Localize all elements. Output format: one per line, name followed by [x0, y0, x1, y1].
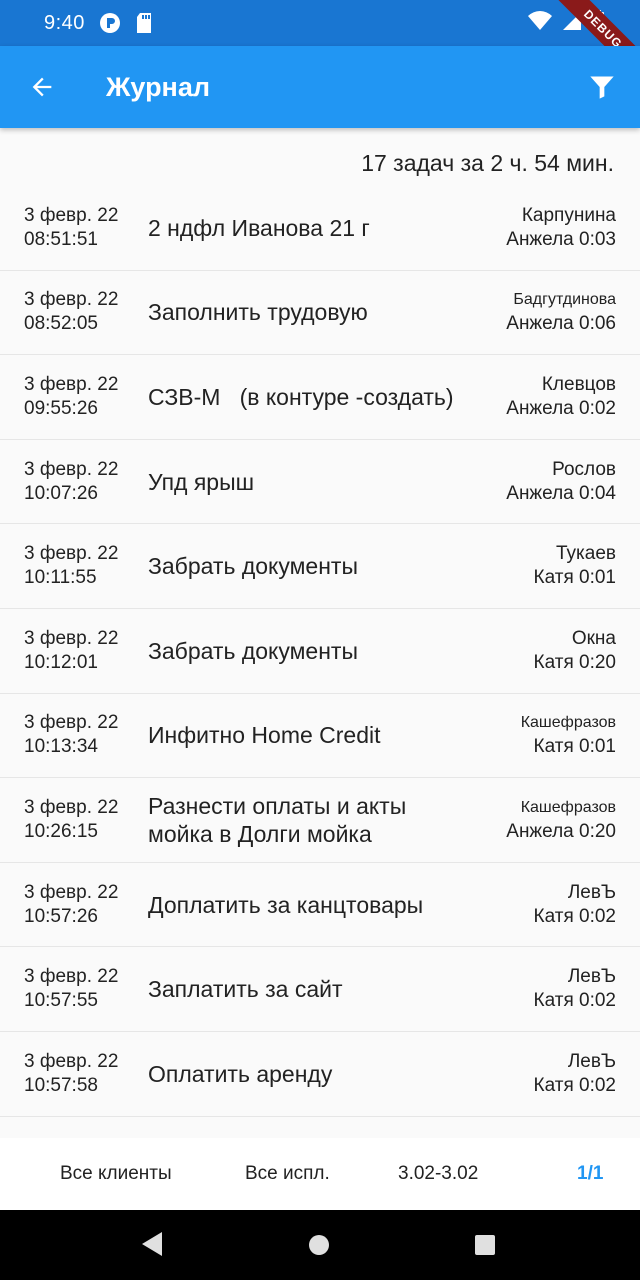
clients-filter-button[interactable]: Все клиенты — [60, 1163, 172, 1185]
item-assignee: Анжела 0:20 — [506, 820, 616, 842]
arrow-back-icon — [32, 77, 52, 97]
home-circle-icon — [309, 1235, 329, 1255]
item-time: 10:57:26 — [24, 905, 98, 927]
item-assignee: Катя 0:02 — [533, 905, 616, 927]
page-title: Журнал — [106, 71, 211, 102]
item-assignee: Анжела 0:06 — [506, 313, 616, 335]
item-time: 09:55:26 — [24, 397, 98, 419]
item-time: 10:13:34 — [24, 736, 98, 758]
item-task: Забрать документы — [148, 553, 358, 580]
list-item[interactable]: 3 февр. 22 08:52:05 Заполнить трудовую Б… — [0, 271, 640, 356]
item-client: Карпунина — [521, 204, 616, 226]
item-task: СЗВ-М (в контуре -создать) — [148, 383, 454, 410]
item-assignee: Катя 0:02 — [533, 1074, 616, 1096]
item-date: 3 февр. 22 — [24, 204, 119, 226]
item-task: Инфитно Home Credit — [148, 722, 381, 749]
wifi-icon — [528, 11, 552, 36]
item-task: 2 ндфл Иванова 21 г — [148, 214, 370, 241]
item-date: 3 февр. 22 — [24, 1050, 119, 1072]
task-list: 3 февр. 22 08:51:51 2 ндфл Иванова 21 г … — [0, 186, 640, 1117]
list-item[interactable]: 3 февр. 22 10:26:15 Разнести оплаты и ак… — [0, 778, 640, 863]
list-item[interactable]: 3 февр. 22 10:12:01 Забрать документы Ок… — [0, 609, 640, 694]
item-client: Клевцов — [541, 373, 616, 395]
item-date: 3 февр. 22 — [24, 458, 119, 480]
item-task: Оплатить аренду — [148, 1060, 333, 1087]
sd-card-icon — [135, 12, 153, 34]
item-task: Разнести оплаты и акты мойка в Долги мой… — [148, 792, 407, 847]
item-task: Заплатить за сайт — [148, 976, 343, 1003]
item-assignee: Катя 0:20 — [533, 651, 616, 673]
item-date: 3 февр. 22 — [24, 796, 119, 818]
item-time: 08:51:51 — [24, 228, 98, 250]
app-bar: Журнал — [0, 46, 640, 128]
nav-recents-button[interactable] — [474, 1234, 496, 1256]
item-client: Бадгутдинова — [513, 291, 616, 309]
item-assignee: Анжела 0:04 — [506, 482, 616, 504]
item-time: 10:07:26 — [24, 482, 98, 504]
list-item[interactable]: 3 февр. 22 10:07:26 Упд ярыш Рослов Анже… — [0, 440, 640, 525]
bottom-filter-bar: Все клиенты Все испл. 3.02-3.02 1/1 — [0, 1138, 640, 1210]
summary-text: 17 задач за 2 ч. 54 мин. — [361, 150, 614, 176]
item-client: ЛевЪ — [567, 881, 616, 903]
recents-square-icon — [475, 1235, 495, 1255]
list-item[interactable]: 3 февр. 22 10:11:55 Забрать документы Ту… — [0, 524, 640, 609]
item-assignee: Анжела 0:02 — [506, 397, 616, 419]
filter-button[interactable] — [564, 46, 640, 128]
item-client: ЛевЪ — [567, 1050, 616, 1072]
item-time: 10:11:55 — [24, 567, 97, 589]
list-item[interactable]: 3 февр. 22 10:13:34 Инфитно Home Credit … — [0, 694, 640, 779]
status-bar: 9:40 DEBUG — [0, 0, 640, 90]
item-client: ЛевЪ — [567, 966, 616, 988]
list-item[interactable]: 3 февр. 22 09:55:26 СЗВ-М (в контуре -со… — [0, 355, 640, 440]
item-assignee: Катя 0:02 — [533, 990, 616, 1012]
list-item[interactable]: 3 февр. 22 10:57:26 Доплатить за канцтов… — [0, 863, 640, 948]
item-time: 10:12:01 — [24, 651, 98, 673]
item-time: 10:57:58 — [24, 1074, 98, 1096]
page-indicator[interactable]: 1/1 — [577, 1163, 603, 1185]
item-date: 3 февр. 22 — [24, 543, 119, 565]
list-item[interactable]: 3 февр. 22 08:51:51 2 ндфл Иванова 21 г … — [0, 186, 640, 271]
list-item[interactable]: 3 февр. 22 10:57:58 Оплатить аренду ЛевЪ… — [0, 1032, 640, 1117]
item-task: Заполнить трудовую — [148, 299, 368, 326]
item-date: 3 февр. 22 — [24, 627, 119, 649]
item-date: 3 февр. 22 — [24, 881, 119, 903]
item-task: Забрать документы — [148, 637, 358, 664]
item-time: 10:57:55 — [24, 990, 98, 1012]
nav-home-button[interactable] — [308, 1234, 330, 1256]
back-button[interactable] — [0, 46, 84, 128]
item-date: 3 февр. 22 — [24, 966, 119, 988]
system-nav-bar — [0, 1210, 640, 1280]
item-time: 10:26:15 — [24, 820, 98, 842]
item-date: 3 февр. 22 — [24, 289, 119, 311]
item-assignee: Катя 0:01 — [533, 736, 616, 758]
item-assignee: Анжела 0:03 — [506, 228, 616, 250]
filter-icon — [590, 76, 614, 99]
date-range-button[interactable]: 3.02-3.02 — [398, 1163, 478, 1185]
item-task: Доплатить за канцтовары — [148, 891, 424, 918]
item-client: Тукаев — [556, 543, 616, 565]
item-task: Упд ярыш — [148, 468, 255, 495]
status-time: 9:40 — [44, 11, 85, 34]
nav-back-button[interactable] — [140, 1230, 166, 1258]
item-client: Окна — [571, 627, 616, 649]
item-assignee: Катя 0:01 — [533, 567, 616, 589]
executors-filter-button[interactable]: Все испл. — [245, 1163, 330, 1185]
item-date: 3 февр. 22 — [24, 373, 119, 395]
back-triangle-icon — [142, 1232, 162, 1256]
pocket-icon — [99, 12, 121, 34]
item-client: Рослов — [552, 458, 616, 480]
item-time: 08:52:05 — [24, 313, 98, 335]
list-item[interactable]: 3 февр. 22 10:57:55 Заплатить за сайт Ле… — [0, 947, 640, 1032]
item-date: 3 февр. 22 — [24, 712, 119, 734]
item-client: Кашефразов — [520, 714, 616, 732]
item-client: Кашефразов — [520, 798, 616, 816]
